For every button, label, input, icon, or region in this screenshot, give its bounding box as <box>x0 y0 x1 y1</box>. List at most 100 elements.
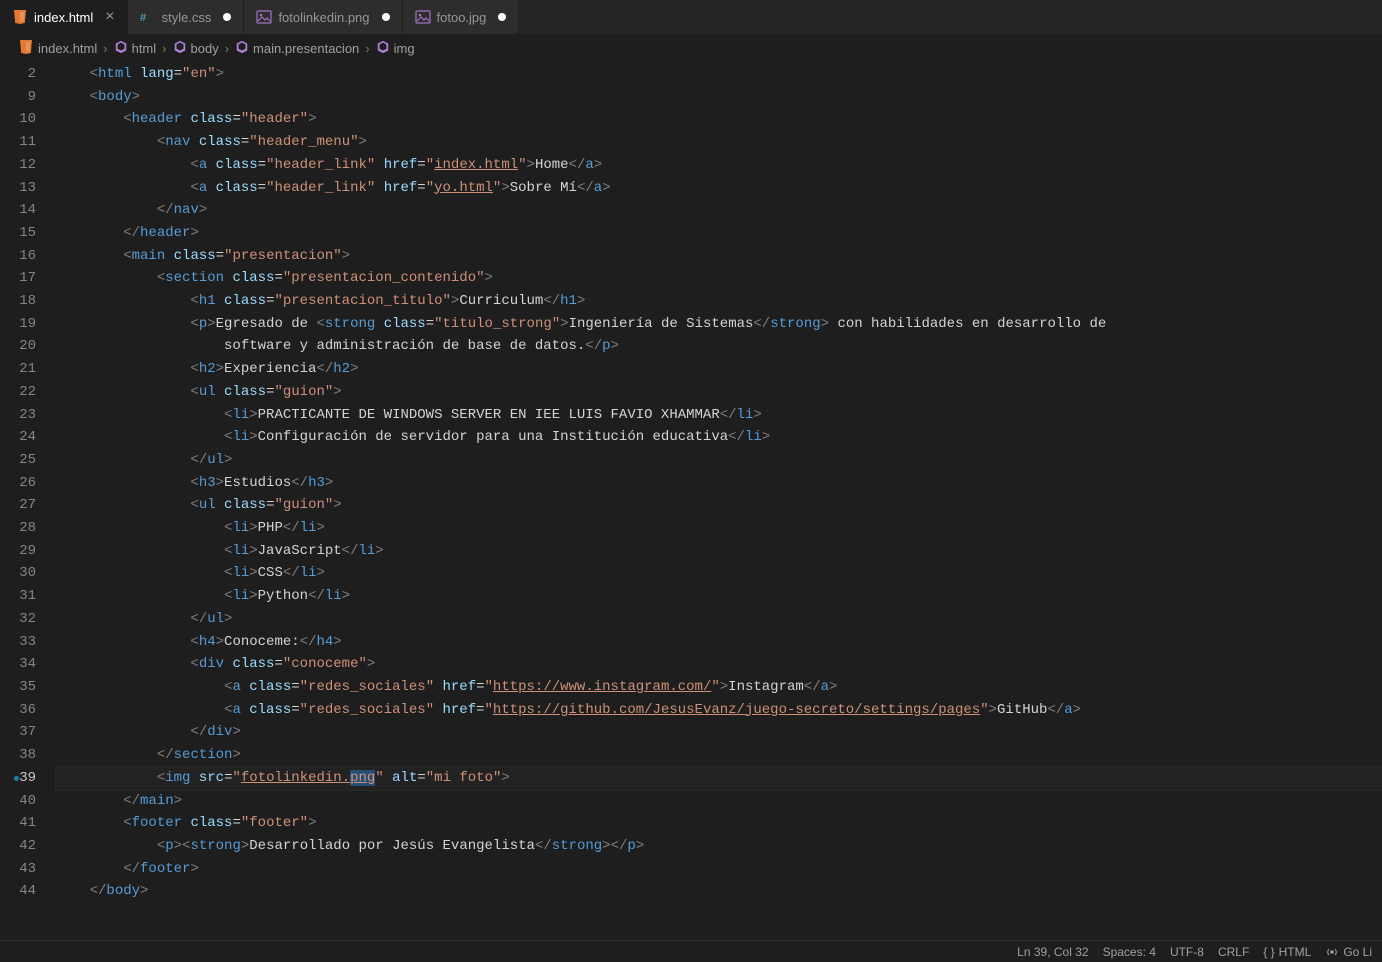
line-number: 34 <box>0 653 36 676</box>
code-line[interactable]: <nav class="header_menu"> <box>56 131 1382 154</box>
breadcrumb[interactable]: index.html›html›body›main.presentacion›i… <box>0 35 1382 61</box>
line-number: 19 <box>0 313 36 336</box>
line-number: 37 <box>0 721 36 744</box>
editor-tabs: index.html × #style.cssfotolinkedin.png fot… <box>0 0 1382 35</box>
tab-style-css[interactable]: #style.css <box>128 0 245 34</box>
breadcrumb-item[interactable]: main.presentacion <box>235 40 359 57</box>
code-line[interactable]: </main> <box>56 790 1382 813</box>
code-line[interactable]: <li>PRACTICANTE DE WINDOWS SERVER EN IEE… <box>56 404 1382 427</box>
code-line[interactable]: <a class="redes_sociales" href="https://… <box>56 676 1382 699</box>
breadcrumb-item[interactable]: html <box>114 40 157 57</box>
breadcrumb-label: main.presentacion <box>253 41 359 56</box>
code-line[interactable]: <a class="header_link" href="index.html"… <box>56 154 1382 177</box>
line-number: 32 <box>0 608 36 631</box>
line-number: 40 <box>0 790 36 813</box>
chevron-right-icon: › <box>363 41 371 56</box>
code-line[interactable]: </footer> <box>56 858 1382 881</box>
code-line[interactable]: <h1 class="presentacion_titulo">Curricul… <box>56 290 1382 313</box>
code-line[interactable]: software y administración de base de dat… <box>56 335 1382 358</box>
status-bar: Ln 39, Col 32 Spaces: 4 UTF-8 CRLF { } H… <box>0 940 1382 962</box>
dirty-indicator <box>382 13 390 21</box>
status-eol[interactable]: CRLF <box>1218 945 1249 959</box>
code-line[interactable]: <footer class="footer"> <box>56 812 1382 835</box>
code-line[interactable]: </ul> <box>56 449 1382 472</box>
line-number: 41 <box>0 812 36 835</box>
tab-index-html[interactable]: index.html × <box>0 0 128 34</box>
line-number: 25 <box>0 449 36 472</box>
cube-icon <box>376 40 390 57</box>
code-line[interactable]: </header> <box>56 222 1382 245</box>
code-line[interactable]: <h3>Estudios</h3> <box>56 472 1382 495</box>
code-line[interactable]: <ul class="guion"> <box>56 381 1382 404</box>
code-editor[interactable]: 2910111213141516171819202122232425262728… <box>0 61 1382 940</box>
line-number: 21 <box>0 358 36 381</box>
status-cursor[interactable]: Ln 39, Col 32 <box>1017 945 1088 959</box>
cube-icon <box>114 40 128 57</box>
line-number: 13 <box>0 177 36 200</box>
tab-label: fotoo.jpg <box>437 10 487 25</box>
code-line[interactable]: <html lang="en"> <box>56 63 1382 86</box>
status-golive[interactable]: Go Li <box>1325 945 1372 959</box>
code-line[interactable]: </body> <box>56 880 1382 903</box>
chevron-right-icon: › <box>101 41 109 56</box>
status-language[interactable]: { } HTML <box>1263 945 1311 959</box>
code-line[interactable]: </section> <box>56 744 1382 767</box>
code-line[interactable]: <p><strong>Desarrollado por Jesús Evange… <box>56 835 1382 858</box>
code-line[interactable]: </nav> <box>56 199 1382 222</box>
code-line[interactable]: <main class="presentacion"> <box>56 245 1382 268</box>
code-line[interactable]: <li>Python</li> <box>56 585 1382 608</box>
breadcrumb-item[interactable]: index.html <box>18 39 97 58</box>
code-line[interactable]: <h2>Experiencia</h2> <box>56 358 1382 381</box>
breadcrumb-item[interactable]: body <box>173 40 219 57</box>
line-number: 27 <box>0 494 36 517</box>
status-encoding[interactable]: UTF-8 <box>1170 945 1204 959</box>
code-line[interactable]: </ul> <box>56 608 1382 631</box>
tab-fotolinkedin-png[interactable]: fotolinkedin.png <box>244 0 402 34</box>
line-number: 17 <box>0 267 36 290</box>
line-number: 26 <box>0 472 36 495</box>
code-line[interactable]: <header class="header"> <box>56 108 1382 131</box>
html-icon <box>18 39 34 58</box>
line-number: 14 <box>0 199 36 222</box>
cube-icon <box>173 40 187 57</box>
code-line[interactable]: <section class="presentacion_contenido"> <box>56 267 1382 290</box>
code-line[interactable]: <li>Configuración de servidor para una I… <box>56 426 1382 449</box>
line-number: 24 <box>0 426 36 449</box>
code-line[interactable]: <div class="conoceme"> <box>56 653 1382 676</box>
line-number: 31 <box>0 585 36 608</box>
line-number: 11 <box>0 131 36 154</box>
breadcrumb-item[interactable]: img <box>376 40 415 57</box>
code-line[interactable]: <body> <box>56 86 1382 109</box>
line-number: 44 <box>0 880 36 903</box>
html-icon <box>12 9 28 25</box>
code-line[interactable]: </div> <box>56 721 1382 744</box>
code-line[interactable]: <img src="fotolinkedin.png" alt="mi foto… <box>56 767 1382 790</box>
line-number: 43 <box>0 858 36 881</box>
code-line[interactable]: <ul class="guion"> <box>56 494 1382 517</box>
line-number: 2 <box>0 63 36 86</box>
breadcrumb-label: index.html <box>38 41 97 56</box>
close-icon[interactable]: × <box>105 8 114 26</box>
tab-label: index.html <box>34 10 93 25</box>
code-line[interactable]: <h4>Conoceme:</h4> <box>56 631 1382 654</box>
line-number: 33 <box>0 631 36 654</box>
code-line[interactable]: <a class="header_link" href="yo.html">So… <box>56 177 1382 200</box>
tab-fotoo-jpg[interactable]: fotoo.jpg <box>403 0 520 34</box>
code-line[interactable]: <li>PHP</li> <box>56 517 1382 540</box>
code-area[interactable]: <html lang="en"> <body> <header class="h… <box>56 61 1382 940</box>
code-line[interactable]: <li>CSS</li> <box>56 562 1382 585</box>
chevron-right-icon: › <box>160 41 168 56</box>
code-line[interactable]: <a class="redes_sociales" href="https://… <box>56 699 1382 722</box>
image-icon <box>415 9 431 25</box>
code-line[interactable]: <p>Egresado de <strong class="titulo_str… <box>56 313 1382 336</box>
modified-indicator <box>14 776 19 781</box>
dirty-indicator <box>498 13 506 21</box>
line-number: 28 <box>0 517 36 540</box>
code-line[interactable]: <li>JavaScript</li> <box>56 540 1382 563</box>
line-number: 35 <box>0 676 36 699</box>
line-number: 10 <box>0 108 36 131</box>
line-number: 20 <box>0 335 36 358</box>
line-number: 23 <box>0 404 36 427</box>
status-indent[interactable]: Spaces: 4 <box>1103 945 1156 959</box>
tab-label: style.css <box>162 10 212 25</box>
